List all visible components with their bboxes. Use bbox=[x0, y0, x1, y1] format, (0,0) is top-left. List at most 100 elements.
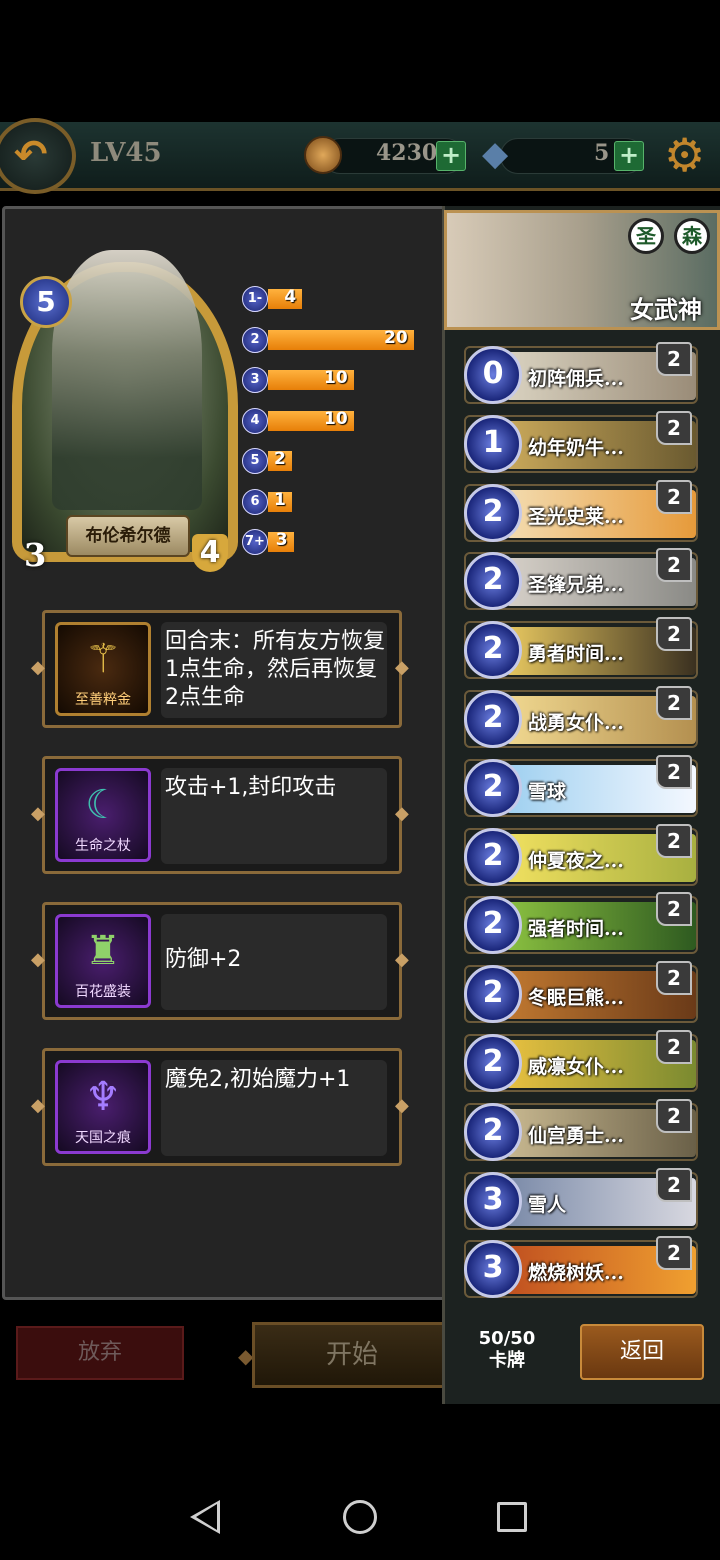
deck-card[interactable]: 2 强者时间... 2 bbox=[464, 892, 698, 955]
ornament-icon: ◆ bbox=[31, 1095, 45, 1116]
deck-card-copies: 2 bbox=[656, 1030, 692, 1064]
deck-card[interactable]: 2 仙宫勇士... 2 bbox=[464, 1098, 698, 1161]
deck-card-name: 仲夏夜之... bbox=[528, 849, 624, 872]
mana-curve-count: 10 bbox=[324, 368, 348, 388]
ability-icon[interactable]: ♜ 百花盛装 bbox=[55, 914, 151, 1008]
mana-curve-count: 20 bbox=[384, 327, 408, 348]
ability-description: 回合末：所有友方恢复1点生命，然后再恢复2点生命 bbox=[165, 629, 386, 710]
deck-card-copies: 2 bbox=[656, 1236, 692, 1271]
ability-icon-label: 生命之杖 bbox=[75, 838, 131, 854]
deck-card-name: 雪球 bbox=[528, 780, 567, 803]
deck-card-name: 强者时间... bbox=[528, 918, 624, 941]
deck-card-name: 燃烧树妖... bbox=[528, 1262, 624, 1285]
abandon-button[interactable]: 放弃 bbox=[16, 1326, 184, 1380]
deck-card-cost: 2 bbox=[464, 690, 522, 748]
deck-count-caption: 卡牌 bbox=[489, 1350, 525, 1371]
ability-panel[interactable]: ◆ ◆ ♜ 百花盛装 防御+2 bbox=[31, 902, 409, 1020]
deck-card[interactable]: 0 初阵佣兵... 2 bbox=[464, 342, 698, 404]
player-level: LV45 bbox=[90, 138, 162, 168]
ability-icon-label: 百花盛装 bbox=[75, 984, 131, 1000]
deck-card-cost: 2 bbox=[464, 552, 522, 611]
deck-card-cost: 3 bbox=[464, 1171, 522, 1230]
deck-card-cost: 3 bbox=[464, 1240, 522, 1299]
deck-card-cost: 2 bbox=[464, 965, 522, 1024]
ability-icon[interactable]: ⚚ 至善粹金 bbox=[55, 622, 151, 716]
deck-card-name: 圣锋兄弟... bbox=[528, 574, 624, 597]
deck-card-name: 初阵佣兵... bbox=[528, 368, 624, 390]
faction-badge: 森 bbox=[674, 218, 710, 254]
gear-icon[interactable]: ⚙ bbox=[664, 130, 705, 180]
ability-panel[interactable]: ◆ ◆ ♆ 天国之痕 魔免2,初始魔力+1 bbox=[31, 1048, 409, 1166]
ornament-icon: ◆ bbox=[31, 803, 45, 824]
ability-icon[interactable]: ☾ 生命之杖 bbox=[55, 768, 151, 862]
nav-recents-icon[interactable] bbox=[497, 1502, 527, 1532]
deck-card-copies: 2 bbox=[656, 892, 692, 927]
deck-card[interactable]: 2 冬眠巨熊... 2 bbox=[464, 961, 698, 1024]
deck-card-copies: 2 bbox=[656, 823, 692, 858]
deck-card-copies: 2 bbox=[656, 342, 692, 376]
deck-card[interactable]: 3 雪人 2 bbox=[464, 1167, 698, 1230]
gem-icon: ◆ bbox=[482, 134, 509, 174]
faction-badge: 圣 bbox=[628, 218, 664, 254]
ability-panel[interactable]: ◆ ◆ ⚚ 至善粹金 回合末：所有友方恢复1点生命，然后再恢复2点生命 bbox=[31, 610, 409, 728]
deck-card[interactable]: 2 勇者时间... 2 bbox=[464, 617, 698, 680]
hero-class-title: 女武神 bbox=[630, 295, 702, 324]
deck-card-cost: 2 bbox=[464, 758, 522, 817]
ability-description: 攻击+1,封印攻击 bbox=[165, 775, 337, 800]
dress-icon: ♜ bbox=[85, 928, 121, 974]
mana-curve-count: 4 bbox=[284, 287, 297, 307]
ability-description-box: 魔免2,初始魔力+1 bbox=[161, 1060, 387, 1156]
deck-card-cost: 2 bbox=[464, 621, 522, 680]
deck-card-copies: 2 bbox=[656, 410, 692, 445]
deck-card-cost: 2 bbox=[464, 1102, 522, 1161]
ability-description: 魔免2,初始魔力+1 bbox=[165, 1067, 351, 1092]
mana-curve-count: 2 bbox=[274, 449, 286, 469]
mana-curve-count: 1 bbox=[274, 489, 286, 510]
deck-card-name: 仙宫勇士... bbox=[528, 1124, 624, 1147]
ability-description: 防御+2 bbox=[165, 947, 242, 972]
deck-card-copies: 2 bbox=[656, 548, 692, 583]
hero-health: 4 bbox=[192, 534, 228, 572]
ability-panel[interactable]: ◆ ◆ ☾ 生命之杖 攻击+1,封印攻击 bbox=[31, 756, 409, 874]
deck-card[interactable]: 2 雪球 2 bbox=[464, 754, 698, 817]
gem-amount: 5 bbox=[594, 140, 610, 166]
deck-card-copies: 2 bbox=[656, 1098, 692, 1133]
mana-cost-badge: 6 bbox=[242, 488, 268, 515]
deck-card[interactable]: 2 圣光史莱... 2 bbox=[464, 479, 698, 542]
mana-cost-badge: 7+ bbox=[242, 529, 268, 555]
mana-cost-badge: 2 bbox=[242, 326, 268, 353]
deck-card[interactable]: 2 仲夏夜之... 2 bbox=[464, 823, 698, 886]
deck-card-name: 圣光史莱... bbox=[528, 505, 624, 528]
deck-card-copies: 2 bbox=[656, 754, 692, 789]
add-gems-button[interactable]: + bbox=[614, 141, 644, 171]
deck-card-cost: 0 bbox=[464, 346, 522, 404]
start-button[interactable]: 开始 bbox=[252, 1322, 452, 1388]
deck-card-cost: 2 bbox=[464, 896, 522, 955]
ornament-icon: ◆ bbox=[31, 949, 45, 970]
coin-icon bbox=[304, 136, 342, 174]
deck-card-cost: 2 bbox=[464, 1034, 522, 1092]
back-arrow-icon: ↶ bbox=[14, 132, 48, 178]
deck-card-copies: 2 bbox=[656, 686, 692, 720]
deck-count-value: 50/50 bbox=[478, 1328, 536, 1349]
ability-icon[interactable]: ♆ 天国之痕 bbox=[55, 1060, 151, 1154]
deck-card[interactable]: 2 圣锋兄弟... 2 bbox=[464, 548, 698, 611]
hero-cost-badge: 5 bbox=[20, 276, 72, 328]
nav-home-icon[interactable] bbox=[343, 1500, 377, 1534]
nav-back-icon-inner bbox=[196, 1504, 217, 1530]
hero-portrait bbox=[52, 250, 202, 510]
deck-card[interactable]: 2 战勇女仆... 2 bbox=[464, 686, 698, 748]
mana-cost-badge: 5 bbox=[242, 448, 268, 474]
add-gold-button[interactable]: + bbox=[436, 141, 466, 171]
deck-card-copies: 2 bbox=[656, 617, 692, 652]
deck-card-count: 50/50 卡牌 bbox=[470, 1328, 544, 1372]
deck-card[interactable]: 1 幼年奶牛... 2 bbox=[464, 410, 698, 473]
gold-amount: 4230 bbox=[376, 140, 438, 166]
deck-card[interactable]: 3 燃烧树妖... 2 bbox=[464, 1236, 698, 1299]
horn-icon: ☾ bbox=[85, 782, 121, 828]
ornament-icon: ◆ bbox=[31, 657, 45, 678]
mana-cost-badge: 4 bbox=[242, 407, 268, 434]
return-button[interactable]: 返回 bbox=[580, 1324, 704, 1380]
deck-card[interactable]: 2 威凛女仆... 2 bbox=[464, 1030, 698, 1092]
deck-card-name: 冬眠巨熊... bbox=[528, 987, 624, 1010]
